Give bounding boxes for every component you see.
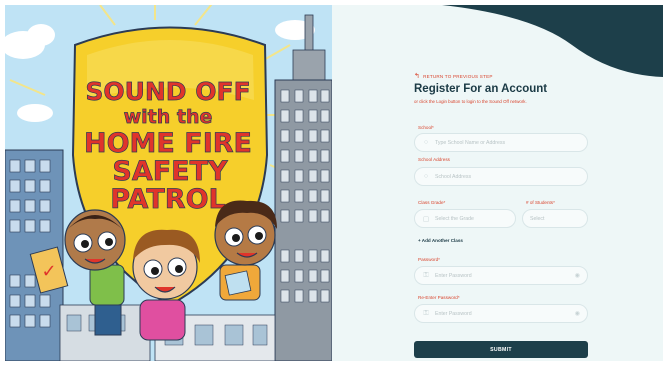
- password-input[interactable]: ⚿ Enter Password ◉: [414, 266, 588, 285]
- show-reenter-eye-icon[interactable]: ◉: [575, 310, 580, 317]
- return-arrow-icon: ↰: [414, 73, 421, 80]
- register-page: SOUND OFF with the HOME FIRE SAFETY PATR…: [0, 0, 668, 366]
- grade-label: Class Grade*: [418, 200, 446, 205]
- students-placeholder: Select: [530, 215, 545, 222]
- address-placeholder: School Address: [435, 173, 472, 180]
- key-icon: ⚿: [423, 271, 429, 279]
- hero-title-line-1: SOUND OFF: [85, 77, 250, 106]
- password-label: Password*: [418, 257, 440, 262]
- address-label: School Address: [418, 157, 450, 162]
- reenter-password-input[interactable]: ⚿ Enter Password ◉: [414, 304, 588, 323]
- return-link[interactable]: ↰ RETURN TO PREVIOUS STEP: [414, 73, 590, 80]
- password-placeholder: Enter Password: [435, 272, 472, 279]
- school-placeholder: Type School Name or Address: [435, 139, 506, 146]
- return-link-label: RETURN TO PREVIOUS STEP: [423, 74, 493, 79]
- reenter-password-label: Re-Enter Password*: [418, 295, 460, 300]
- sound-off-illustration: SOUND OFF with the HOME FIRE SAFETY PATR…: [5, 5, 332, 361]
- registration-panel: ↰ RETURN TO PREVIOUS STEP Register For a…: [332, 5, 663, 361]
- reenter-password-placeholder: Enter Password: [435, 310, 472, 317]
- grade-select[interactable]: ▢ Select the Grade: [414, 209, 516, 228]
- students-label: # of Students*: [526, 200, 555, 205]
- submit-button[interactable]: SUBMIT: [414, 341, 588, 358]
- registration-form: ↰ RETURN TO PREVIOUS STEP Register For a…: [414, 73, 590, 104]
- grade-placeholder: Select the Grade: [435, 215, 474, 222]
- grade-icon: ▢: [422, 215, 430, 223]
- show-password-eye-icon[interactable]: ◉: [575, 272, 580, 279]
- page-title: Register For an Account: [414, 83, 548, 95]
- add-class-button[interactable]: + Add Another Class: [418, 238, 463, 243]
- login-hint: or click the Login button to login to th…: [414, 99, 527, 104]
- illustration-art: SOUND OFF with the HOME FIRE SAFETY PATR…: [5, 5, 332, 361]
- address-input[interactable]: ○ School Address: [414, 167, 588, 186]
- location-icon: ○: [423, 173, 429, 180]
- svg-text:✓: ✓: [41, 261, 56, 282]
- hero-title-line-4: SAFETY: [112, 156, 228, 187]
- hero-title-line-5: PATROL: [110, 184, 225, 215]
- hero-title-line-2: with the: [124, 106, 213, 128]
- school-input[interactable]: ○ Type School Name or Address: [414, 133, 588, 152]
- hero-title-line-3: HOME FIRE: [84, 128, 252, 159]
- school-search-icon: ○: [423, 139, 429, 146]
- key-icon: ⚿: [423, 309, 429, 317]
- students-select[interactable]: Select: [522, 209, 588, 228]
- school-label: School*: [418, 125, 434, 130]
